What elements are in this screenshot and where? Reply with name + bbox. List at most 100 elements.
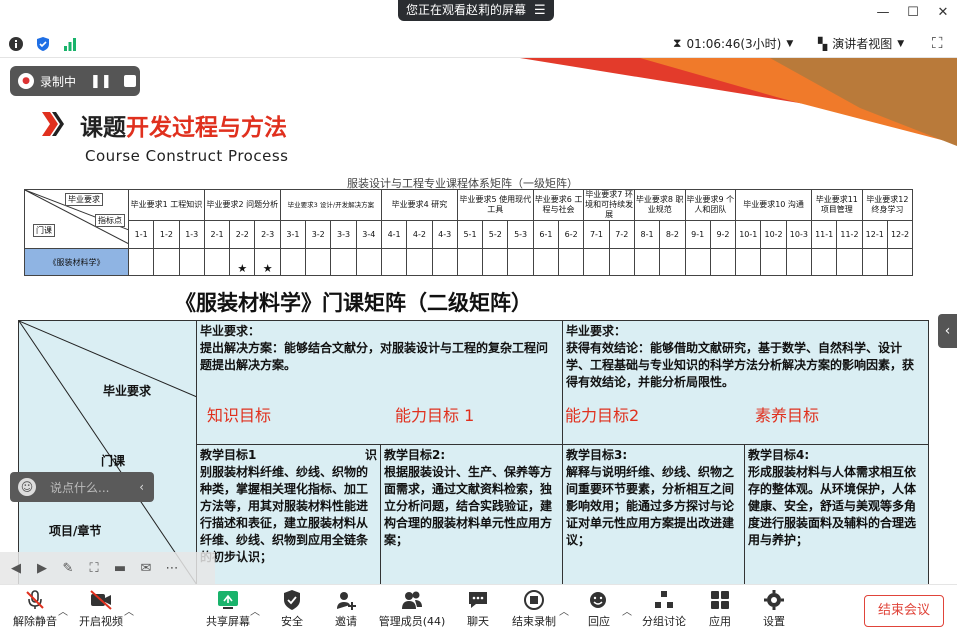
matrix1-cell <box>811 248 838 276</box>
meeting-timer[interactable]: ⧗ 01:06:46(3小时) ▼ <box>673 35 793 52</box>
matrix1-corner-course: 门课 <box>33 224 55 237</box>
matrix2-title: 《服装材料学》门课矩阵（二级矩阵） <box>175 291 532 315</box>
pen-icon[interactable]: ✎ <box>58 558 78 578</box>
matrix1-point-row: 1-1 1-2 1-3 2-1 2-2 2-3 3-1 3-2 3-3 3-4 4-1 4-2 4-3 5… <box>25 220 914 249</box>
close-icon[interactable]: ✕ <box>932 3 954 23</box>
matrix1-group-header: 毕业要求12 终身学习 <box>861 189 914 221</box>
matrix1-point-header: 8-2 <box>659 220 686 249</box>
matrix1-point-header: 3-1 <box>279 220 307 249</box>
matrix1-group-row: 毕业要求 指标点 门课 毕业要求1 工程知识 毕业要求2 问题分析 毕业要求3 设计/开发… <box>24 189 914 249</box>
matrix1-point-header: 7-1 <box>583 220 610 249</box>
matrix1-group-header: 毕业要求2 问题分析 <box>203 189 281 221</box>
matrix1-point-header: 2-3 <box>254 220 281 249</box>
matrix1-cell <box>305 248 332 276</box>
matrix1-cell <box>785 248 813 276</box>
invite-button[interactable]: 邀请 <box>311 587 381 629</box>
req-left-body: 提出解决方案：能够结合文献分，对服装设计与工程的复杂工程问题提出解决方案。 <box>200 341 549 372</box>
stop-record-icon[interactable] <box>123 75 136 87</box>
info-icon[interactable] <box>8 36 24 52</box>
teaching-goal-1: 教学目标1 识 别服装材料纤维、纱线、织物的种类，掌握相关理化指标、加工方法等，用… <box>196 444 381 584</box>
matrix1-cell <box>659 248 686 276</box>
matrix1-group-header: 毕业要求10 沟通 <box>735 189 813 221</box>
matrix1-cell <box>735 248 762 276</box>
settings-button[interactable]: 设置 <box>739 587 809 629</box>
req-right-body: 获得有效结论：能够借助文献研究，基于数学、自然科学、设计学、工程基础与专业知识的… <box>566 341 915 389</box>
matrix1-cell <box>532 248 560 276</box>
matrix1-cell <box>861 248 888 276</box>
add-user-icon <box>337 592 356 610</box>
play-icon[interactable]: ▶ <box>32 558 52 578</box>
slide-title: 课题开发过程与方法 <box>80 108 287 142</box>
shield-icon[interactable] <box>35 36 51 52</box>
matrix1-table: 毕业要求 指标点 门课 毕业要求1 工程知识 毕业要求2 问题分析 毕业要求3 设计/开发… <box>24 189 914 276</box>
req-right-head: 毕业要求： <box>566 324 627 338</box>
hourglass-icon: ⧗ <box>673 36 682 50</box>
matrix1-cell <box>203 248 231 276</box>
matrix1-cell <box>153 248 180 276</box>
chevron-up-icon[interactable]: ︿ <box>124 603 134 618</box>
side-panel-toggle-icon[interactable]: ‹ <box>938 314 957 348</box>
share-notice-pill[interactable]: 您正在观看赵莉的屏幕 ☰ <box>398 0 554 21</box>
matrix1-cell: ★ <box>229 248 256 276</box>
matrix1-point-header: 3-3 <box>330 220 357 249</box>
matrix1-cell <box>507 248 534 276</box>
chat-quick-input[interactable]: ☺ 说点什么... ‹ <box>10 472 154 502</box>
end-meeting-button[interactable]: 结束会议 <box>864 595 944 627</box>
apps-icon <box>711 591 729 609</box>
view-mode-selector[interactable]: ▚ 演讲者视图 ▼ <box>818 35 904 52</box>
matrix1-point-header: 1-1 <box>127 220 155 249</box>
teaching-goal-3: 教学目标3: 解释与说明纤维、纱线、织物之间重要环节要素，分析相互之间影响效用；… <box>562 444 745 584</box>
teaching-goal-2: 教学目标2: 根据服装设计、生产、保养等方面需求，通过文献资料检索，独立分析问题… <box>380 444 563 584</box>
layout-icon: ▚ <box>818 36 828 51</box>
matrix1-point-header: 12-2 <box>886 220 914 249</box>
meeting-window: 您正在观看赵莉的屏幕 ☰ — ☐ ✕ ⧗ 01:06:46(3小时) ▼ ▚ 演… <box>0 0 957 636</box>
chat-placeholder: 说点什么... <box>50 480 110 495</box>
minimize-icon[interactable]: — <box>872 3 894 23</box>
slide-corner-decoration <box>520 58 957 146</box>
matrix1-point-header: 2-2 <box>229 220 256 249</box>
matrix1-point-header: 4-3 <box>431 220 458 249</box>
matrix1-cell <box>633 248 661 276</box>
matrix1-cell <box>127 248 155 276</box>
slide-title-black: 课题 <box>80 115 126 141</box>
share-screen-icon <box>218 591 238 609</box>
meeting-info-bar: ⧗ 01:06:46(3小时) ▼ ▚ 演讲者视图 ▼ ⛶ <box>0 28 957 58</box>
matrix1-cell <box>482 248 509 276</box>
goal-label-literacy: 素养目标 <box>755 406 820 425</box>
fullscreen-icon[interactable]: ⛶ <box>932 34 943 52</box>
maximize-icon[interactable]: ☐ <box>902 3 924 23</box>
matrix1-point-header: 6-2 <box>558 220 585 249</box>
matrix1-cell <box>431 248 458 276</box>
goal-label-knowledge: 知识目标 <box>207 406 272 425</box>
hamburger-icon[interactable]: ☰ <box>534 0 546 21</box>
emoji-icon[interactable]: ☺ <box>18 478 36 496</box>
matrix1-course-row: 《服装材料学》 ★ ★ <box>24 248 914 276</box>
matrix1-corner-cell: 毕业要求 指标点 门课 <box>24 189 129 249</box>
matrix1-cell <box>886 248 914 276</box>
comment-icon[interactable]: ✉ <box>136 558 156 578</box>
prev-icon[interactable]: ◀ <box>6 558 26 578</box>
screenshot-icon[interactable]: ⛶ <box>84 558 104 578</box>
mic-muted-icon <box>26 590 44 609</box>
slide-title-red: 开发过程与方法 <box>126 115 287 141</box>
teaching-goal-4: 教学目标4: 形成服装材料与人体需求相互依存的整体观。从环境保护，人体健康、安全… <box>744 444 929 584</box>
matrix1-cell <box>836 248 863 276</box>
matrix1-point-header: 7-2 <box>608 220 635 249</box>
goal1-body: 别服装材料纤维、纱线、织物的种类，掌握相关理化指标、加工方法等，用其对服装材料性… <box>200 465 369 564</box>
video-icon[interactable]: ▬ <box>110 558 130 578</box>
recording-label: 录制中 <box>40 74 77 89</box>
chevron-down-icon: ▼ <box>897 38 905 49</box>
matrix1-point-header: 3-4 <box>355 220 382 249</box>
pause-record-icon[interactable]: ❚❚ <box>90 74 112 89</box>
manage-members-button[interactable]: 管理成员(44) <box>376 587 448 629</box>
recording-indicator: ● 录制中 ❚❚ <box>10 66 140 96</box>
more-icon[interactable]: ⋯ <box>162 558 182 578</box>
camera-off-icon <box>90 590 112 610</box>
matrix1-point-header: 11-1 <box>811 220 838 249</box>
matrix1-point-header: 10-3 <box>785 220 813 249</box>
signal-icon[interactable] <box>62 36 78 52</box>
requirement-cell-left: 毕业要求： 提出解决方案：能够结合文献分，对服装设计与工程的复杂工程问题提出解决… <box>196 320 563 445</box>
collapse-chevron-icon[interactable]: ‹ <box>139 480 144 494</box>
matrix1-cell <box>608 248 635 276</box>
matrix1-point-header: 12-1 <box>861 220 888 249</box>
